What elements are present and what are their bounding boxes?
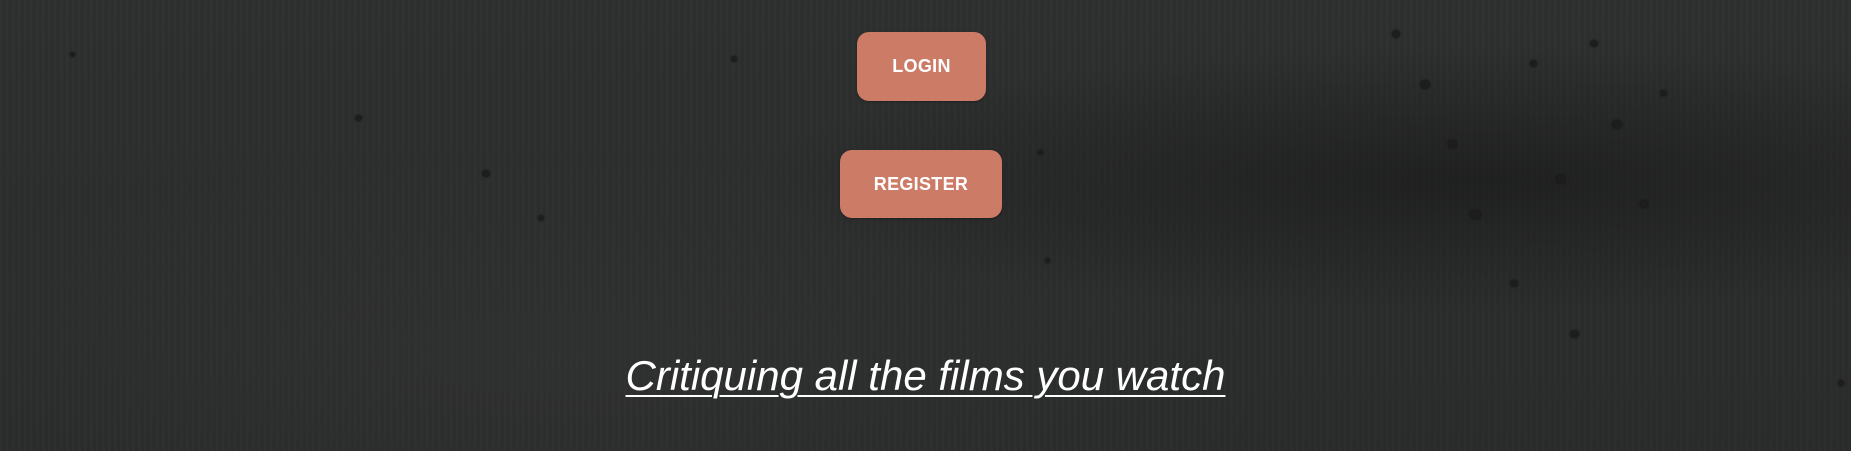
background-speck (482, 170, 490, 177)
background-speck (355, 115, 362, 121)
background-speck (70, 52, 75, 57)
background-speck (1392, 30, 1400, 38)
background-speck (1590, 40, 1598, 47)
background-speck (1660, 90, 1667, 96)
background-speck (731, 56, 737, 62)
login-button[interactable]: LOGIN (857, 32, 986, 101)
background-speck (1570, 330, 1579, 338)
background-speck (1612, 120, 1622, 129)
background-speck (1470, 210, 1481, 219)
register-button[interactable]: REGISTER (840, 150, 1002, 218)
background-speck (1530, 60, 1537, 67)
background-speck (1556, 175, 1565, 183)
background-speck (1510, 280, 1518, 287)
background-speck (1448, 140, 1457, 148)
background-speck (538, 215, 544, 221)
background-speck (1640, 200, 1648, 208)
background-speck (1038, 150, 1043, 155)
tagline-link[interactable]: Critiquing all the films you watch (0, 352, 1851, 400)
background-speck (1420, 80, 1430, 89)
background-speck (1045, 258, 1050, 263)
